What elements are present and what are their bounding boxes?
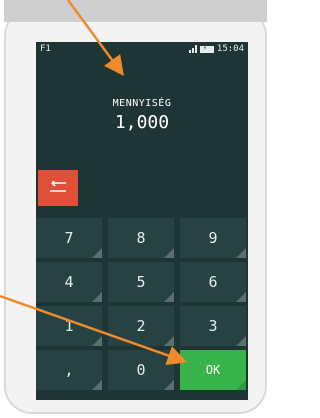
- key-8[interactable]: 8: [108, 218, 174, 258]
- key-2[interactable]: 2: [108, 306, 174, 346]
- key-0[interactable]: 0: [108, 350, 174, 390]
- key-3[interactable]: 3: [180, 306, 246, 346]
- pos-screen: F1 15:04 MENNYISÉG 1,000 7 8 9 4 5 6 1 2…: [36, 42, 248, 400]
- key-7[interactable]: 7: [36, 218, 102, 258]
- key-4[interactable]: 4: [36, 262, 102, 302]
- back-button[interactable]: [38, 170, 78, 206]
- signal-icon: [188, 45, 197, 53]
- key-9[interactable]: 9: [180, 218, 246, 258]
- quantity-label: MENNYISÉG: [112, 98, 172, 109]
- key-decimal-comma[interactable]: ,: [36, 350, 102, 390]
- device-top-band: [4, 0, 267, 22]
- key-6[interactable]: 6: [180, 262, 246, 302]
- key-1[interactable]: 1: [36, 306, 102, 346]
- return-arrow-icon: [50, 181, 66, 192]
- status-indicators: 15:04: [188, 44, 244, 54]
- quantity-value: 1,000: [114, 112, 170, 133]
- clock-time: 15:04: [216, 44, 244, 54]
- battery-charging-icon: [199, 44, 214, 53]
- key-5[interactable]: 5: [108, 262, 174, 302]
- status-bar: F1 15:04: [36, 42, 248, 56]
- function-label: F1: [40, 44, 51, 54]
- ok-button[interactable]: OK: [180, 350, 246, 390]
